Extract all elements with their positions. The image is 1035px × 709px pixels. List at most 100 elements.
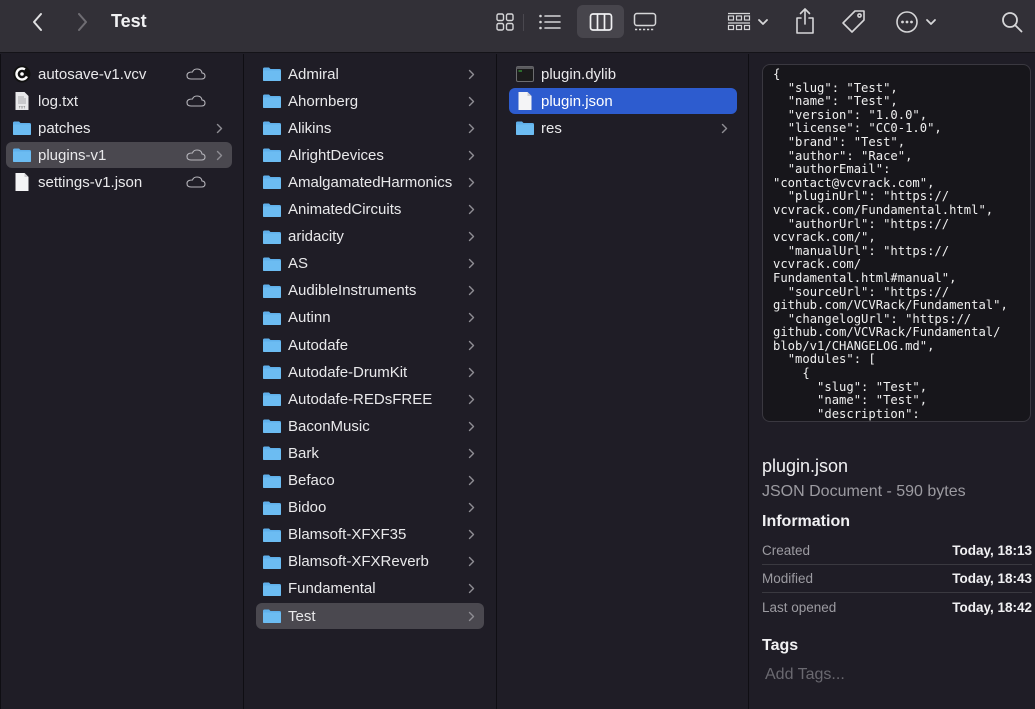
icloud-icon xyxy=(186,95,206,107)
folder-icon xyxy=(262,282,282,300)
list-item-settings-v1-json[interactable]: settings-v1.json xyxy=(6,169,232,195)
tag-button[interactable] xyxy=(838,6,870,38)
icloud-icon xyxy=(186,149,206,161)
back-button[interactable] xyxy=(24,10,52,34)
folder-icon xyxy=(262,92,282,110)
item-label: Autodafe-DrumKit xyxy=(288,363,408,381)
information-heading: Information xyxy=(762,513,850,530)
chevron-right-icon xyxy=(468,313,474,323)
item-label: settings-v1.json xyxy=(38,173,143,191)
group-button[interactable] xyxy=(722,7,774,37)
preview-file-kind: JSON Document - 590 bytes xyxy=(762,483,966,500)
icon-view-button[interactable] xyxy=(485,7,525,37)
item-label: log.txt xyxy=(38,92,79,110)
chevron-right-icon xyxy=(468,367,474,377)
list-item-alrightdevices[interactable]: AlrightDevices xyxy=(256,142,484,168)
chevron-right-icon xyxy=(468,394,474,404)
list-item-patches[interactable]: patches xyxy=(6,115,232,141)
add-tags-input[interactable] xyxy=(765,664,1025,686)
list-item-blamsoft-xfxreverb[interactable]: Blamsoft-XFXReverb xyxy=(256,549,484,575)
list-item-autodafe-redsfree[interactable]: Autodafe-REDsFREE xyxy=(256,386,484,412)
list-item-as[interactable]: AS xyxy=(256,251,484,277)
item-label: plugin.json xyxy=(541,92,613,110)
list-item-aridacity[interactable]: aridacity xyxy=(256,224,484,250)
list-item-test[interactable]: Test xyxy=(256,603,484,629)
list-item-amalgamatedharmonics[interactable]: AmalgamatedHarmonics xyxy=(256,169,484,195)
item-label: plugins-v1 xyxy=(38,146,107,164)
icloud-icon xyxy=(186,68,206,80)
gallery-icon xyxy=(633,12,657,31)
list-item-autodafe-drumkit[interactable]: Autodafe-DrumKit xyxy=(256,359,484,385)
item-label: AudibleInstruments xyxy=(288,282,417,300)
list-item-animatedcircuits[interactable]: AnimatedCircuits xyxy=(256,197,484,223)
chevron-right-icon xyxy=(468,123,474,133)
list-item-res[interactable]: res xyxy=(509,115,737,141)
more-button[interactable] xyxy=(890,7,942,37)
item-label: Blamsoft-XFXF35 xyxy=(288,526,407,544)
expand-chevron xyxy=(719,123,729,134)
forward-button[interactable] xyxy=(68,10,96,34)
item-label: Admiral xyxy=(288,65,339,83)
list-item-bark[interactable]: Bark xyxy=(256,440,484,466)
chevron-right-icon xyxy=(468,150,474,160)
list-view-button[interactable] xyxy=(530,7,570,37)
list-item-fundamental[interactable]: Fundamental xyxy=(256,576,484,602)
preview-code: { "slug": "Test", "name": "Test", "versi… xyxy=(773,67,1008,421)
more-icon xyxy=(896,11,918,33)
list-item-ahornberg[interactable]: Ahornberg xyxy=(256,88,484,114)
search-button[interactable] xyxy=(996,6,1028,38)
expand-chevron xyxy=(466,204,476,215)
item-label: res xyxy=(541,119,562,137)
expand-chevron xyxy=(466,394,476,405)
item-label: AS xyxy=(288,255,309,273)
folder-icon xyxy=(262,444,282,462)
column-3 xyxy=(497,54,749,709)
preview-file-name: plugin.json xyxy=(762,456,849,476)
gallery-view-button[interactable] xyxy=(625,7,665,37)
list-item-autodafe[interactable]: Autodafe xyxy=(256,332,484,358)
list-item-blamsoft-xfxf35[interactable]: Blamsoft-XFXF35 xyxy=(256,522,484,548)
item-label: Fundamental xyxy=(288,580,376,598)
document-icon xyxy=(12,173,32,192)
chevron-right-icon xyxy=(468,584,474,594)
column-view-button[interactable] xyxy=(577,5,624,38)
tag-icon xyxy=(842,10,865,33)
list-item-plugin-dylib[interactable]: plugin.dylib xyxy=(509,61,737,87)
icloud-status xyxy=(186,175,206,189)
list-item-alikins[interactable]: Alikins xyxy=(256,115,484,141)
item-label: Bark xyxy=(288,444,319,462)
folder-icon xyxy=(262,255,282,273)
expand-chevron xyxy=(466,502,476,513)
chevron-right-icon xyxy=(468,475,474,486)
list-item-bidoo[interactable]: Bidoo xyxy=(256,495,484,521)
list-item-baconmusic[interactable]: BaconMusic xyxy=(256,413,484,439)
list-item-autinn[interactable]: Autinn xyxy=(256,305,484,331)
chevron-left-icon xyxy=(33,13,42,31)
chevron-right-icon xyxy=(216,123,222,133)
folder-icon xyxy=(262,526,282,544)
item-label: Autodafe-REDsFREE xyxy=(288,390,433,408)
list-item-plugins-v1[interactable]: plugins-v1 xyxy=(6,142,232,169)
list-item-audibleinstruments[interactable]: AudibleInstruments xyxy=(256,278,484,304)
list-item-autosave-v1-vcv[interactable]: autosave-v1.vcv xyxy=(6,61,232,87)
icloud-icon xyxy=(186,176,206,188)
chevron-right-icon xyxy=(468,69,474,79)
list-item-admiral[interactable]: Admiral xyxy=(256,61,484,87)
item-label: Alikins xyxy=(288,119,332,137)
folder-icon xyxy=(262,119,282,137)
tags-heading: Tags xyxy=(762,637,799,654)
expand-chevron xyxy=(214,123,224,134)
item-label: AnimatedCircuits xyxy=(288,201,402,218)
chevron-right-icon xyxy=(468,421,474,431)
item-label: AmalgamatedHarmonics xyxy=(288,173,453,191)
folder-icon xyxy=(262,173,282,191)
share-button[interactable] xyxy=(790,5,820,37)
folder-icon xyxy=(12,119,32,137)
list-item-log-txt[interactable]: TXT log.txt xyxy=(6,88,232,114)
expand-chevron xyxy=(466,448,476,459)
item-label: BaconMusic xyxy=(288,417,370,435)
list-item-befaco[interactable]: Befaco xyxy=(256,468,484,494)
group-icon xyxy=(727,12,751,31)
share-icon xyxy=(796,8,814,34)
list-item-plugin-json[interactable]: plugin.json xyxy=(509,88,737,115)
